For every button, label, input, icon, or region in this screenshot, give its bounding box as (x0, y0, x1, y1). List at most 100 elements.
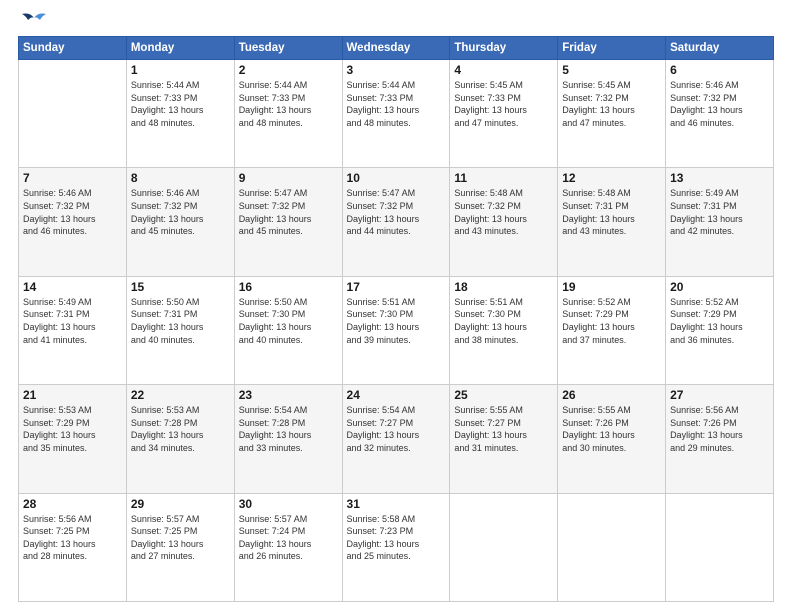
calendar-cell: 6 Sunrise: 5:46 AM Sunset: 7:32 PM Daylig… (666, 60, 774, 168)
day-number: 26 (562, 388, 661, 402)
calendar-cell: 31 Sunrise: 5:58 AM Sunset: 7:23 PM Dayli… (342, 493, 450, 601)
calendar-cell: 27Sunrise: 5:56 AM Sunset: 7:26 PM Dayli… (666, 385, 774, 493)
calendar-header-monday: Monday (126, 37, 234, 60)
day-info: Sunrise: 5:50 AM Sunset: 7:31 PM Dayligh… (131, 296, 230, 346)
day-info: Sunrise: 5:47 AM Sunset: 7:32 PM Dayligh… (239, 187, 338, 237)
calendar-cell: 29 Sunrise: 5:57 AM Sunset: 7:25 PM Dayli… (126, 493, 234, 601)
day-info: Sunrise: 5:54 AM Sunset: 7:28 PM Dayligh… (239, 404, 338, 454)
day-info: Sunrise: 5:44 AM Sunset: 7:33 PM Dayligh… (239, 79, 338, 129)
calendar-cell: 17 Sunrise: 5:51 AM Sunset: 7:30 PM Dayli… (342, 276, 450, 384)
day-number: 20 (670, 280, 769, 294)
calendar-week-row: 7 Sunrise: 5:46 AM Sunset: 7:32 PM Daylig… (19, 168, 774, 276)
day-number: 11 (454, 171, 553, 185)
day-info: Sunrise: 5:44 AM Sunset: 7:33 PM Dayligh… (347, 79, 446, 129)
day-info: Sunrise: 5:53 AM Sunset: 7:28 PM Dayligh… (131, 404, 230, 454)
day-info: Sunrise: 5:52 AM Sunset: 7:29 PM Dayligh… (562, 296, 661, 346)
day-number: 30 (239, 497, 338, 511)
day-number: 4 (454, 63, 553, 77)
day-info: Sunrise: 5:46 AM Sunset: 7:32 PM Dayligh… (670, 79, 769, 129)
calendar-cell: 10Sunrise: 5:47 AM Sunset: 7:32 PM Dayli… (342, 168, 450, 276)
day-number: 13 (670, 171, 769, 185)
calendar-header-thursday: Thursday (450, 37, 558, 60)
day-info: Sunrise: 5:54 AM Sunset: 7:27 PM Dayligh… (347, 404, 446, 454)
calendar-week-row: 21 Sunrise: 5:53 AM Sunset: 7:29 PM Dayli… (19, 385, 774, 493)
day-info: Sunrise: 5:51 AM Sunset: 7:30 PM Dayligh… (347, 296, 446, 346)
day-number: 12 (562, 171, 661, 185)
day-number: 16 (239, 280, 338, 294)
day-number: 31 (347, 497, 446, 511)
day-info: Sunrise: 5:51 AM Sunset: 7:30 PM Dayligh… (454, 296, 553, 346)
day-info: Sunrise: 5:57 AM Sunset: 7:25 PM Dayligh… (131, 513, 230, 563)
calendar-cell (666, 493, 774, 601)
day-info: Sunrise: 5:44 AM Sunset: 7:33 PM Dayligh… (131, 79, 230, 129)
calendar-cell: 3 Sunrise: 5:44 AM Sunset: 7:33 PM Daylig… (342, 60, 450, 168)
calendar-header-row: SundayMondayTuesdayWednesdayThursdayFrid… (19, 37, 774, 60)
day-number: 5 (562, 63, 661, 77)
day-info: Sunrise: 5:45 AM Sunset: 7:33 PM Dayligh… (454, 79, 553, 129)
calendar-cell (558, 493, 666, 601)
day-number: 23 (239, 388, 338, 402)
calendar-header-tuesday: Tuesday (234, 37, 342, 60)
day-info: Sunrise: 5:55 AM Sunset: 7:27 PM Dayligh… (454, 404, 553, 454)
day-number: 3 (347, 63, 446, 77)
day-number: 17 (347, 280, 446, 294)
day-number: 2 (239, 63, 338, 77)
calendar-cell: 8Sunrise: 5:46 AM Sunset: 7:32 PM Daylig… (126, 168, 234, 276)
day-info: Sunrise: 5:48 AM Sunset: 7:31 PM Dayligh… (562, 187, 661, 237)
day-info: Sunrise: 5:48 AM Sunset: 7:32 PM Dayligh… (454, 187, 553, 237)
calendar-cell: 19 Sunrise: 5:52 AM Sunset: 7:29 PM Dayli… (558, 276, 666, 384)
calendar-cell: 12 Sunrise: 5:48 AM Sunset: 7:31 PM Dayli… (558, 168, 666, 276)
day-info: Sunrise: 5:58 AM Sunset: 7:23 PM Dayligh… (347, 513, 446, 563)
calendar-cell (19, 60, 127, 168)
calendar-cell: 5 Sunrise: 5:45 AM Sunset: 7:32 PM Daylig… (558, 60, 666, 168)
calendar-cell: 11 Sunrise: 5:48 AM Sunset: 7:32 PM Dayli… (450, 168, 558, 276)
day-number: 25 (454, 388, 553, 402)
day-number: 15 (131, 280, 230, 294)
day-info: Sunrise: 5:45 AM Sunset: 7:32 PM Dayligh… (562, 79, 661, 129)
calendar-cell: 25 Sunrise: 5:55 AM Sunset: 7:27 PM Dayli… (450, 385, 558, 493)
calendar-cell: 21 Sunrise: 5:53 AM Sunset: 7:29 PM Dayli… (19, 385, 127, 493)
logo (18, 18, 48, 28)
calendar-cell: 7 Sunrise: 5:46 AM Sunset: 7:32 PM Daylig… (19, 168, 127, 276)
day-number: 14 (23, 280, 122, 294)
calendar-cell: 24Sunrise: 5:54 AM Sunset: 7:27 PM Dayli… (342, 385, 450, 493)
calendar-week-row: 28 Sunrise: 5:56 AM Sunset: 7:25 PM Dayli… (19, 493, 774, 601)
day-info: Sunrise: 5:47 AM Sunset: 7:32 PM Dayligh… (347, 187, 446, 237)
calendar-cell: 13 Sunrise: 5:49 AM Sunset: 7:31 PM Dayli… (666, 168, 774, 276)
day-number: 22 (131, 388, 230, 402)
logo-bird-icon (20, 10, 48, 28)
calendar-week-row: 14 Sunrise: 5:49 AM Sunset: 7:31 PM Dayli… (19, 276, 774, 384)
calendar-cell (450, 493, 558, 601)
calendar-week-row: 1Sunrise: 5:44 AM Sunset: 7:33 PM Daylig… (19, 60, 774, 168)
day-info: Sunrise: 5:56 AM Sunset: 7:26 PM Dayligh… (670, 404, 769, 454)
day-info: Sunrise: 5:55 AM Sunset: 7:26 PM Dayligh… (562, 404, 661, 454)
day-info: Sunrise: 5:53 AM Sunset: 7:29 PM Dayligh… (23, 404, 122, 454)
calendar-cell: 14 Sunrise: 5:49 AM Sunset: 7:31 PM Dayli… (19, 276, 127, 384)
calendar-table: SundayMondayTuesdayWednesdayThursdayFrid… (18, 36, 774, 602)
day-number: 29 (131, 497, 230, 511)
day-number: 6 (670, 63, 769, 77)
day-info: Sunrise: 5:46 AM Sunset: 7:32 PM Dayligh… (23, 187, 122, 237)
day-info: Sunrise: 5:49 AM Sunset: 7:31 PM Dayligh… (23, 296, 122, 346)
calendar-cell: 26 Sunrise: 5:55 AM Sunset: 7:26 PM Dayli… (558, 385, 666, 493)
page: SundayMondayTuesdayWednesdayThursdayFrid… (0, 0, 792, 612)
day-number: 8 (131, 171, 230, 185)
day-number: 7 (23, 171, 122, 185)
header (18, 18, 774, 28)
day-info: Sunrise: 5:56 AM Sunset: 7:25 PM Dayligh… (23, 513, 122, 563)
calendar-header-friday: Friday (558, 37, 666, 60)
calendar-cell: 4 Sunrise: 5:45 AM Sunset: 7:33 PM Daylig… (450, 60, 558, 168)
calendar-cell: 30 Sunrise: 5:57 AM Sunset: 7:24 PM Dayli… (234, 493, 342, 601)
calendar-cell: 20Sunrise: 5:52 AM Sunset: 7:29 PM Dayli… (666, 276, 774, 384)
day-info: Sunrise: 5:49 AM Sunset: 7:31 PM Dayligh… (670, 187, 769, 237)
calendar-header-saturday: Saturday (666, 37, 774, 60)
calendar-cell: 18Sunrise: 5:51 AM Sunset: 7:30 PM Dayli… (450, 276, 558, 384)
day-number: 21 (23, 388, 122, 402)
day-number: 19 (562, 280, 661, 294)
day-info: Sunrise: 5:50 AM Sunset: 7:30 PM Dayligh… (239, 296, 338, 346)
calendar-header-sunday: Sunday (19, 37, 127, 60)
day-number: 28 (23, 497, 122, 511)
day-info: Sunrise: 5:57 AM Sunset: 7:24 PM Dayligh… (239, 513, 338, 563)
calendar-cell: 9Sunrise: 5:47 AM Sunset: 7:32 PM Daylig… (234, 168, 342, 276)
calendar-header-wednesday: Wednesday (342, 37, 450, 60)
